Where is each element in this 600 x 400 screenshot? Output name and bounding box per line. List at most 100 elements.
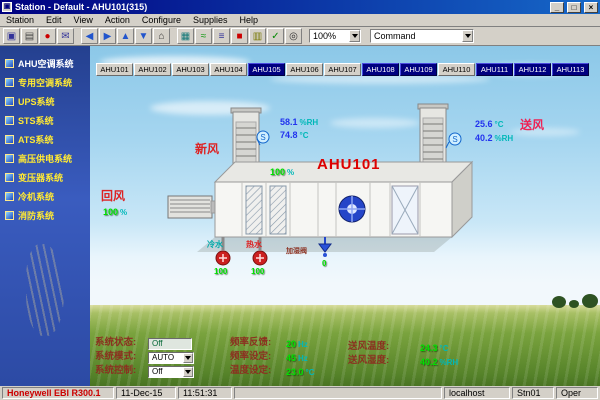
page-down-icon[interactable]: ▼ [135,28,152,44]
acknowledge-icon[interactable]: ✓ [267,28,284,44]
command-input[interactable]: Command [370,29,474,43]
back-icon[interactable]: ◀ [81,28,98,44]
detail-icon[interactable]: ▦ [177,28,194,44]
menu-edit[interactable]: Edit [40,15,68,25]
supply-sensor-humidity: 40.2%RH [475,128,513,146]
sidebar-item-ahu[interactable]: AHU空调系统 [0,54,90,73]
sidebar-item-hv-power[interactable]: 高压供电系统 [0,149,90,168]
system-control-dropdown[interactable]: Off [148,361,194,379]
return-damper-unit: % [120,208,127,217]
temp-setpoint-unit: °C [306,368,315,377]
freq-feedback-label: 频率反馈: [230,334,271,348]
humidifier-label: 加湿阀 [286,246,307,256]
sidebar-item-ups[interactable]: UPS系统 [0,92,90,111]
home-icon-glyph: ⌂ [158,31,164,42]
menu-bar: Station Edit View Action Configure Suppl… [0,14,600,27]
tab-ahu103[interactable]: AHU103 [172,63,209,76]
sidebar-item-transformer[interactable]: 变压器系统 [0,168,90,187]
status-bar: Honeywell EBI R300.1 11-Dec-15 11:51:31 … [0,386,600,400]
zoom-value: 100% [310,31,349,41]
sidebar-item-chiller[interactable]: 冷机系统 [0,187,90,206]
return-damper-value: 100 [103,207,118,217]
return-damper-position: 100% [103,202,127,220]
supply-humidity-unit: %RH [495,134,514,143]
display-icon-glyph: ▣ [7,31,16,42]
menu-station[interactable]: Station [0,15,40,25]
humidifier-value: 0 [322,259,326,268]
chevron-down-icon[interactable] [462,30,473,42]
menu-help[interactable]: Help [233,15,264,25]
menu-action[interactable]: Action [99,15,136,25]
trend-icon[interactable]: ≈ [195,28,212,44]
supply-humidity-reading-unit: %RH [440,358,459,367]
zoom-tool-icon[interactable]: ◎ [285,28,302,44]
tab-ahu109[interactable]: AHU109 [400,63,437,76]
freq-setpoint-label: 频率设定: [230,348,271,362]
trend-icon-glyph: ≈ [201,31,207,42]
window-titlebar: ▣ Station - Default - AHU101(315) _ □ × [0,0,600,14]
system-icon [5,135,14,144]
chevron-down-icon[interactable] [349,30,360,42]
print-icon[interactable]: ▤ [21,28,38,44]
toolbar: ▣ ▤ ● ✉ ◀ ▶ ▲ ▼ ⌂ ▦ ≈ ≡ ■ ▥ ✓ ◎ 100% Com… [0,27,600,46]
system-control-label: 系统控制: [95,362,136,376]
sidebar-item-label: 变压器系统 [18,171,63,184]
sidebar-item-ats[interactable]: ATS系统 [0,130,90,149]
sensor-icon: S [260,133,265,142]
chilled-valve-value: 100 [214,267,227,276]
page-up-icon[interactable]: ▲ [117,28,134,44]
temp-setpoint[interactable]: 23.0°C [286,362,315,380]
message-icon[interactable]: ✉ [57,28,74,44]
menu-view[interactable]: View [68,15,99,25]
tab-ahu102[interactable]: AHU102 [134,63,171,76]
tab-ahu113[interactable]: AHU113 [552,63,589,76]
zoom-select[interactable]: 100% [309,29,361,43]
group-icon-glyph: ≡ [219,31,225,42]
supply-humidity-reading-value: 40.2 [420,357,438,367]
tab-ahu111[interactable]: AHU111 [476,63,513,76]
system-icon [5,97,14,106]
menu-supplies[interactable]: Supplies [187,15,234,25]
system-icon [5,59,14,68]
fresh-sensor-temp: 74.8°C [280,125,309,143]
chevron-down-icon[interactable] [183,367,193,377]
tab-ahu101[interactable]: AHU101 [96,63,133,76]
sidebar-item-label: ATS系统 [18,133,53,146]
menu-configure[interactable]: Configure [136,15,187,25]
status-time: 11:51:31 [178,387,232,399]
event-summary-icon[interactable]: ▥ [249,28,266,44]
message-icon-glyph: ✉ [61,31,69,42]
fresh-damper-position: 100% [270,162,294,180]
sidebar-item-dedicated-ac[interactable]: 专用空调系统 [0,73,90,92]
alarm-icon[interactable]: ● [39,28,56,44]
home-icon[interactable]: ⌂ [153,28,170,44]
close-button[interactable]: × [584,2,598,13]
supply-humidity-reading: 40.2%RH [420,352,458,370]
group-icon[interactable]: ≡ [213,28,230,44]
system-icon [5,154,14,163]
tab-ahu107[interactable]: AHU107 [324,63,361,76]
system-icon [5,211,14,220]
fresh-damper-unit: % [287,168,294,177]
sidebar-item-label: UPS系统 [18,95,55,108]
display-icon[interactable]: ▣ [3,28,20,44]
tab-ahu106[interactable]: AHU106 [286,63,323,76]
page-down-icon-glyph: ▼ [139,31,149,42]
sidebar-item-label: STS系统 [18,114,54,127]
tab-ahu104[interactable]: AHU104 [210,63,247,76]
print-icon-glyph: ▤ [25,31,34,42]
tab-ahu108[interactable]: AHU108 [362,63,399,76]
tab-ahu112[interactable]: AHU112 [514,63,551,76]
forward-icon[interactable]: ▶ [99,28,116,44]
tab-ahu110[interactable]: AHU110 [438,63,475,76]
acknowledge-icon-glyph: ✓ [271,31,279,42]
minimize-button[interactable]: _ [550,2,564,13]
alarm-summary-icon[interactable]: ■ [231,28,248,44]
maximize-button[interactable]: □ [567,2,581,13]
forward-icon-glyph: ▶ [104,31,112,42]
sidebar-item-fire[interactable]: 消防系统 [0,206,90,225]
sidebar-item-sts[interactable]: STS系统 [0,111,90,130]
graphic-page: AHU101 AHU102 AHU103 AHU104 AHU105 AHU10… [90,46,600,386]
status-host: localhost [444,387,510,399]
tab-ahu105[interactable]: AHU105 [248,63,285,76]
